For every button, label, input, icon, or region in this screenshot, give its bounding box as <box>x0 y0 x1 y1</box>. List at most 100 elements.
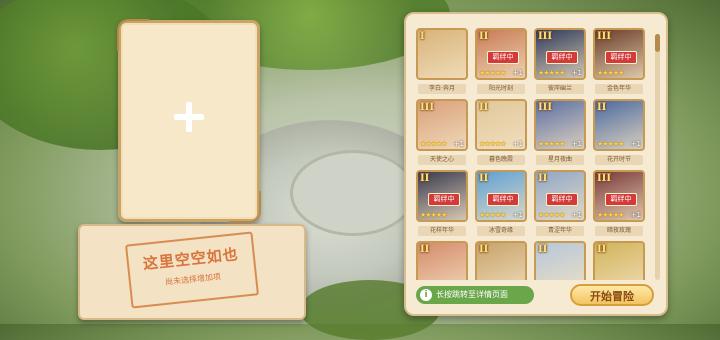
hero-rank: III <box>597 173 612 184</box>
hero-name: 天使之心 <box>418 155 466 165</box>
hero-name: 花样年华 <box>418 226 466 236</box>
hero-portrait: III 羁绊中 ★★★★★ +1 <box>593 170 645 222</box>
hero-rank: II <box>479 102 489 113</box>
hero-grid: I 李白·奔月 II 羁绊中 ★★★★★ +1 阳光时刻 III 羁绊中 ★★★★★ +1 彼岸幽兰 I… <box>416 28 652 280</box>
hero-rank: II <box>479 244 489 255</box>
hero-card[interactable]: II 羁绊中 ★★★★★ +1 阳光时刻 <box>475 28 527 102</box>
hero-name: 冰雪奇缘 <box>477 226 525 236</box>
hero-plus-level: +1 <box>512 211 523 219</box>
hero-rank: II <box>479 31 489 42</box>
hero-card[interactable]: I 李白·奔月 <box>416 28 468 102</box>
hero-rank: II <box>538 244 548 255</box>
hero-portrait: II <box>593 241 645 280</box>
hero-stars: ★★★★★ <box>538 140 565 148</box>
roster-scroll-thumb[interactable] <box>655 34 660 52</box>
hero-plus-level: +1 <box>630 211 641 219</box>
hero-rank: III <box>538 102 553 113</box>
hero-portrait: II ★★★★★ +1 <box>593 99 645 151</box>
hero-card[interactable]: III ★★★★★ +1 星月夜曲 <box>534 99 586 173</box>
hero-stars: ★★★★★ <box>597 140 624 148</box>
hero-status-badge: 羁绊中 <box>546 51 578 64</box>
detail-hint-button[interactable]: i 长按跳转至详情页面 <box>416 286 534 304</box>
roster-scrollbar[interactable] <box>655 34 660 280</box>
start-adventure-button[interactable]: 开始冒险 <box>570 284 654 306</box>
empty-card-slot[interactable] <box>117 19 261 223</box>
hero-name: 金色年华 <box>595 84 643 94</box>
hero-plus-level: +1 <box>453 140 464 148</box>
detail-hint-label: 长按跳转至详情页面 <box>436 290 508 299</box>
hero-card[interactable]: II 羁绊中 ★★★★★ +1 冰雪奇缘 <box>475 170 527 244</box>
hero-stars: ★★★★★ <box>479 140 506 148</box>
hero-stars: ★★★★★ <box>597 69 624 77</box>
hero-portrait: II 羁绊中 ★★★★★ +1 <box>534 170 586 222</box>
hero-rank: II <box>597 244 607 255</box>
hero-name: 青涩年华 <box>536 226 584 236</box>
hero-card[interactable]: III 羁绊中 ★★★★★ 金色年华 <box>593 28 645 102</box>
hero-card[interactable]: II 羁绊中 ★★★★★ 花样年华 <box>416 170 468 244</box>
hero-rank: II <box>479 173 489 184</box>
hero-portrait: II 羁绊中 ★★★★★ +1 <box>475 170 527 222</box>
hero-plus-level: +1 <box>571 69 582 77</box>
hero-status-badge: 羁绊中 <box>605 51 637 64</box>
empty-info-panel: 这里空空如也 尚未选择增加项 <box>78 224 306 320</box>
hero-rank: III <box>538 31 553 42</box>
hero-card[interactable]: II <box>475 241 527 280</box>
hero-rank: II <box>420 244 430 255</box>
hero-card[interactable]: II <box>416 241 468 280</box>
hero-card[interactable]: III 羁绊中 ★★★★★ +1 彼岸幽兰 <box>534 28 586 102</box>
hero-name: 李白·奔月 <box>418 84 466 94</box>
hero-plus-level: +1 <box>512 140 523 148</box>
hero-rank: III <box>420 102 435 113</box>
hero-stars: ★★★★★ <box>538 211 565 219</box>
hero-name: 彼岸幽兰 <box>536 84 584 94</box>
hero-portrait: II <box>475 241 527 280</box>
hero-plus-level: +1 <box>571 140 582 148</box>
hero-plus-level: +1 <box>571 211 582 219</box>
plus-icon[interactable] <box>174 102 204 133</box>
empty-stamp: 这里空空如也 尚未选择增加项 <box>125 231 259 309</box>
hero-portrait: II ★★★★★ +1 <box>475 99 527 151</box>
hero-status-badge: 羁绊中 <box>605 193 637 206</box>
hero-status-badge: 羁绊中 <box>487 193 519 206</box>
hero-portrait: III 羁绊中 ★★★★★ +1 <box>534 28 586 80</box>
background-plaza-ring <box>290 150 416 236</box>
hero-card[interactable]: II 羁绊中 ★★★★★ +1 青涩年华 <box>534 170 586 244</box>
hero-rank: II <box>538 173 548 184</box>
hero-status-badge: 羁绊中 <box>428 193 460 206</box>
hero-name: 花开时节 <box>595 155 643 165</box>
hero-rank: II <box>420 173 430 184</box>
hero-rank: I <box>420 31 425 42</box>
hero-card[interactable]: III 羁绊中 ★★★★★ +1 暗夜玫瑰 <box>593 170 645 244</box>
hero-name: 暗夜玫瑰 <box>595 226 643 236</box>
hero-plus-level: +1 <box>630 140 641 148</box>
hero-rank: II <box>597 102 607 113</box>
hero-stars: ★★★★★ <box>538 69 565 77</box>
card-ornament-top-left <box>117 19 149 51</box>
hero-name: 暮色晚霞 <box>477 155 525 165</box>
hero-portrait: III ★★★★★ +1 <box>416 99 468 151</box>
hero-name: 星月夜曲 <box>536 155 584 165</box>
hero-stars: ★★★★★ <box>479 211 506 219</box>
hero-card[interactable]: II <box>593 241 645 280</box>
hero-portrait: III ★★★★★ +1 <box>534 99 586 151</box>
hero-portrait: III 羁绊中 ★★★★★ <box>593 28 645 80</box>
hero-portrait: II <box>416 241 468 280</box>
hero-name: 阳光时刻 <box>477 84 525 94</box>
hero-roster-panel: I 李白·奔月 II 羁绊中 ★★★★★ +1 阳光时刻 III 羁绊中 ★★★★★ +1 彼岸幽兰 I… <box>404 12 668 316</box>
hero-stars: ★★★★★ <box>597 211 624 219</box>
hero-card[interactable]: II <box>534 241 586 280</box>
hero-card[interactable]: II ★★★★★ +1 花开时节 <box>593 99 645 173</box>
card-ornament-bottom-right <box>229 191 261 223</box>
hero-card[interactable]: III ★★★★★ +1 天使之心 <box>416 99 468 173</box>
hero-status-badge: 羁绊中 <box>487 51 519 64</box>
hero-portrait: II <box>534 241 586 280</box>
hero-portrait: I <box>416 28 468 80</box>
info-icon: i <box>420 288 432 301</box>
hero-stars: ★★★★★ <box>420 140 447 148</box>
hero-portrait: II 羁绊中 ★★★★★ +1 <box>475 28 527 80</box>
hero-card[interactable]: II ★★★★★ +1 暮色晚霞 <box>475 99 527 173</box>
hero-stars: ★★★★★ <box>479 69 506 77</box>
hero-stars: ★★★★★ <box>420 211 447 219</box>
hero-portrait: II 羁绊中 ★★★★★ <box>416 170 468 222</box>
hero-rank: III <box>597 31 612 42</box>
